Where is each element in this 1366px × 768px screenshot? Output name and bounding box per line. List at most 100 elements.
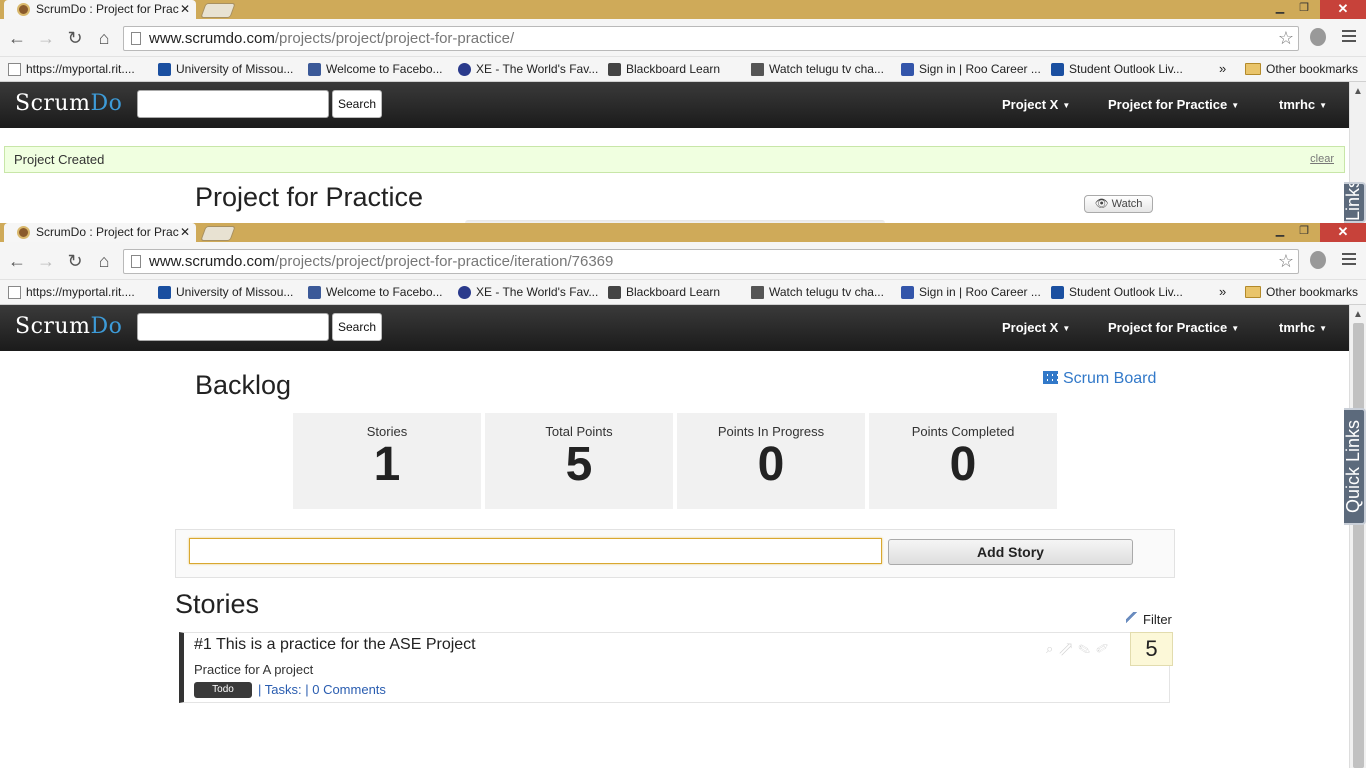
bookmark-item[interactable]: Student Outlook Liv... [1051,57,1183,81]
new-tab-button[interactable] [200,3,236,18]
back-icon[interactable]: ← [7,251,27,271]
nav-menu-2[interactable]: tmrhc ▼ [1279,82,1327,129]
bookmark-label: Blackboard Learn [626,62,721,76]
restore-icon[interactable]: ❐ [1292,0,1316,19]
bookmark-label: Welcome to Facebo... [326,285,443,299]
story-card[interactable]: #1 This is a practice for the ASE Projec… [179,632,1173,703]
scrumdo-logo[interactable]: ScrumDo [15,314,122,339]
search-button[interactable]: Search [332,90,382,118]
bookmark-item[interactable]: Sign in | Roo Career ... [901,280,1041,304]
back-icon[interactable]: ← [7,28,27,48]
home-icon[interactable]: ⌂ [94,251,114,271]
new-tab-button[interactable] [200,226,236,241]
chrome-menu-icon[interactable] [1342,253,1356,268]
forward-icon[interactable]: → [36,28,56,48]
browser-tab[interactable]: ScrumDo : Project for Prac ✕ [4,0,196,19]
bookmark-item[interactable]: https://myportal.rit.... [8,280,135,304]
browser-tab[interactable]: ScrumDo : Project for Prac ✕ [4,223,196,242]
story-points[interactable]: 5 [1130,632,1173,666]
status-badge[interactable]: Todo [194,682,252,698]
other-bookmarks[interactable]: Other bookmarks [1245,280,1358,304]
edit-icon[interactable]: ✐ [1096,641,1114,656]
tab-close-icon[interactable]: ✕ [180,223,190,241]
quick-links-tab[interactable]: Links [1344,182,1366,223]
other-bookmarks[interactable]: Other bookmarks [1245,57,1358,81]
watch-button[interactable]: 👁 Watch [1084,195,1153,213]
scrollbar-thumb[interactable] [1353,323,1364,768]
add-story-button[interactable]: Add Story [888,539,1133,565]
address-bar[interactable]: www.scrumdo.com/projects/project/project… [123,249,1299,274]
forward-icon[interactable]: → [36,251,56,271]
tab-close-icon[interactable]: ✕ [180,0,190,18]
bookmark-item[interactable]: Blackboard Learn [608,57,720,81]
reload-icon[interactable]: ↻ [65,28,85,48]
logo-accent-text: Do [90,314,123,339]
home-icon[interactable]: ⌂ [94,28,114,48]
reload-icon[interactable]: ↻ [65,251,85,271]
nav-menu-0[interactable]: Project X ▼ [1002,82,1070,129]
scrum-board-link[interactable]: Scrum Board [1043,370,1156,388]
bookmark-label: Student Outlook Liv... [1069,285,1183,299]
eye-icon: 👁 [1094,198,1109,210]
browser-window-1: ScrumDo : Project for Prac ✕ ▁ ❐ ✕ ← → ↻… [0,0,1366,223]
address-bar[interactable]: www.scrumdo.com/projects/project/project… [123,26,1299,51]
scrollbar[interactable]: ▲ [1349,305,1366,768]
nav-menu-1[interactable]: Project for Practice ▼ [1108,82,1239,129]
grid-icon [1043,371,1058,384]
filter-label: Filter [1143,612,1172,627]
search-input[interactable] [137,90,329,118]
bookmark-item[interactable]: Watch telugu tv cha... [751,57,884,81]
bookmark-item[interactable]: XE - The World's Fav... [458,57,598,81]
scroll-up-icon[interactable]: ▲ [1353,309,1363,320]
share-icon[interactable]: ⇗ [1059,641,1078,656]
minimize-icon[interactable]: ▁ [1268,223,1292,242]
bookmark-star-icon[interactable]: ☆ [1278,250,1294,272]
flash-clear-link[interactable]: clear [1310,147,1334,172]
chevron-down-icon: ▼ [1062,101,1071,110]
browser-toolbar: ← → ↻ ⌂ www.scrumdo.com/projects/project… [0,242,1366,280]
story-input[interactable] [189,538,882,564]
nav-menu-2[interactable]: tmrhc ▼ [1279,305,1327,352]
extension-icon[interactable] [1310,28,1326,46]
nav-menu-1[interactable]: Project for Practice ▼ [1108,305,1239,352]
window-close-button[interactable]: ✕ [1320,0,1366,19]
bookmark-label: https://myportal.rit.... [26,285,135,299]
bookmark-item[interactable]: XE - The World's Fav... [458,280,598,304]
tasks-link[interactable]: | Tasks: [258,682,302,697]
bookmark-star-icon[interactable]: ☆ [1278,27,1294,49]
url-path: /projects/project/project-for-practice/i… [274,253,614,270]
bookmark-item[interactable]: Student Outlook Liv... [1051,280,1183,304]
chrome-menu-icon[interactable] [1342,30,1356,45]
search-button[interactable]: Search [332,313,382,341]
filter-button[interactable]: Filter [1126,612,1172,627]
bookmark-item[interactable]: Welcome to Facebo... [308,57,443,81]
scrumdo-logo[interactable]: ScrumDo [15,91,122,116]
logo-accent-text: Do [90,91,123,116]
bookmark-item[interactable]: University of Missou... [158,280,293,304]
site-header: ScrumDo Search Project X ▼ Project for Pract… [0,305,1349,351]
tag-icon[interactable]: ✎ [1078,641,1096,656]
stat-total-points: Total Points 5 [485,413,673,509]
bookmark-item[interactable]: Sign in | Roo Career ... [901,57,1041,81]
stat-stories: Stories 1 [293,413,481,509]
bookmarks-bar: https://myportal.rit.... University of Mi… [0,280,1366,305]
minimize-icon[interactable]: ▁ [1268,0,1292,19]
restore-icon[interactable]: ❐ [1292,223,1316,242]
search-input[interactable] [137,313,329,341]
bookmarks-overflow-icon[interactable]: » [1219,57,1226,81]
quick-links-tab[interactable]: Quick Links [1344,408,1366,525]
bookmark-item[interactable]: Watch telugu tv cha... [751,280,884,304]
comments-link[interactable]: | 0 Comments [305,682,386,697]
extension-icon[interactable] [1310,251,1326,269]
window-close-button[interactable]: ✕ [1320,223,1366,242]
bookmarks-overflow-icon[interactable]: » [1219,280,1226,304]
search-icon[interactable]: ⌕ [1046,641,1059,656]
nav-menu-0[interactable]: Project X ▼ [1002,305,1070,352]
bookmark-item[interactable]: Welcome to Facebo... [308,280,443,304]
bookmark-item[interactable]: https://myportal.rit.... [8,57,135,81]
backlog-heading: Backlog [195,370,292,400]
bookmark-item[interactable]: Blackboard Learn [608,280,720,304]
bookmark-item[interactable]: University of Missou... [158,57,293,81]
scroll-up-icon[interactable]: ▲ [1353,86,1363,97]
chevron-down-icon: ▼ [1231,324,1240,333]
